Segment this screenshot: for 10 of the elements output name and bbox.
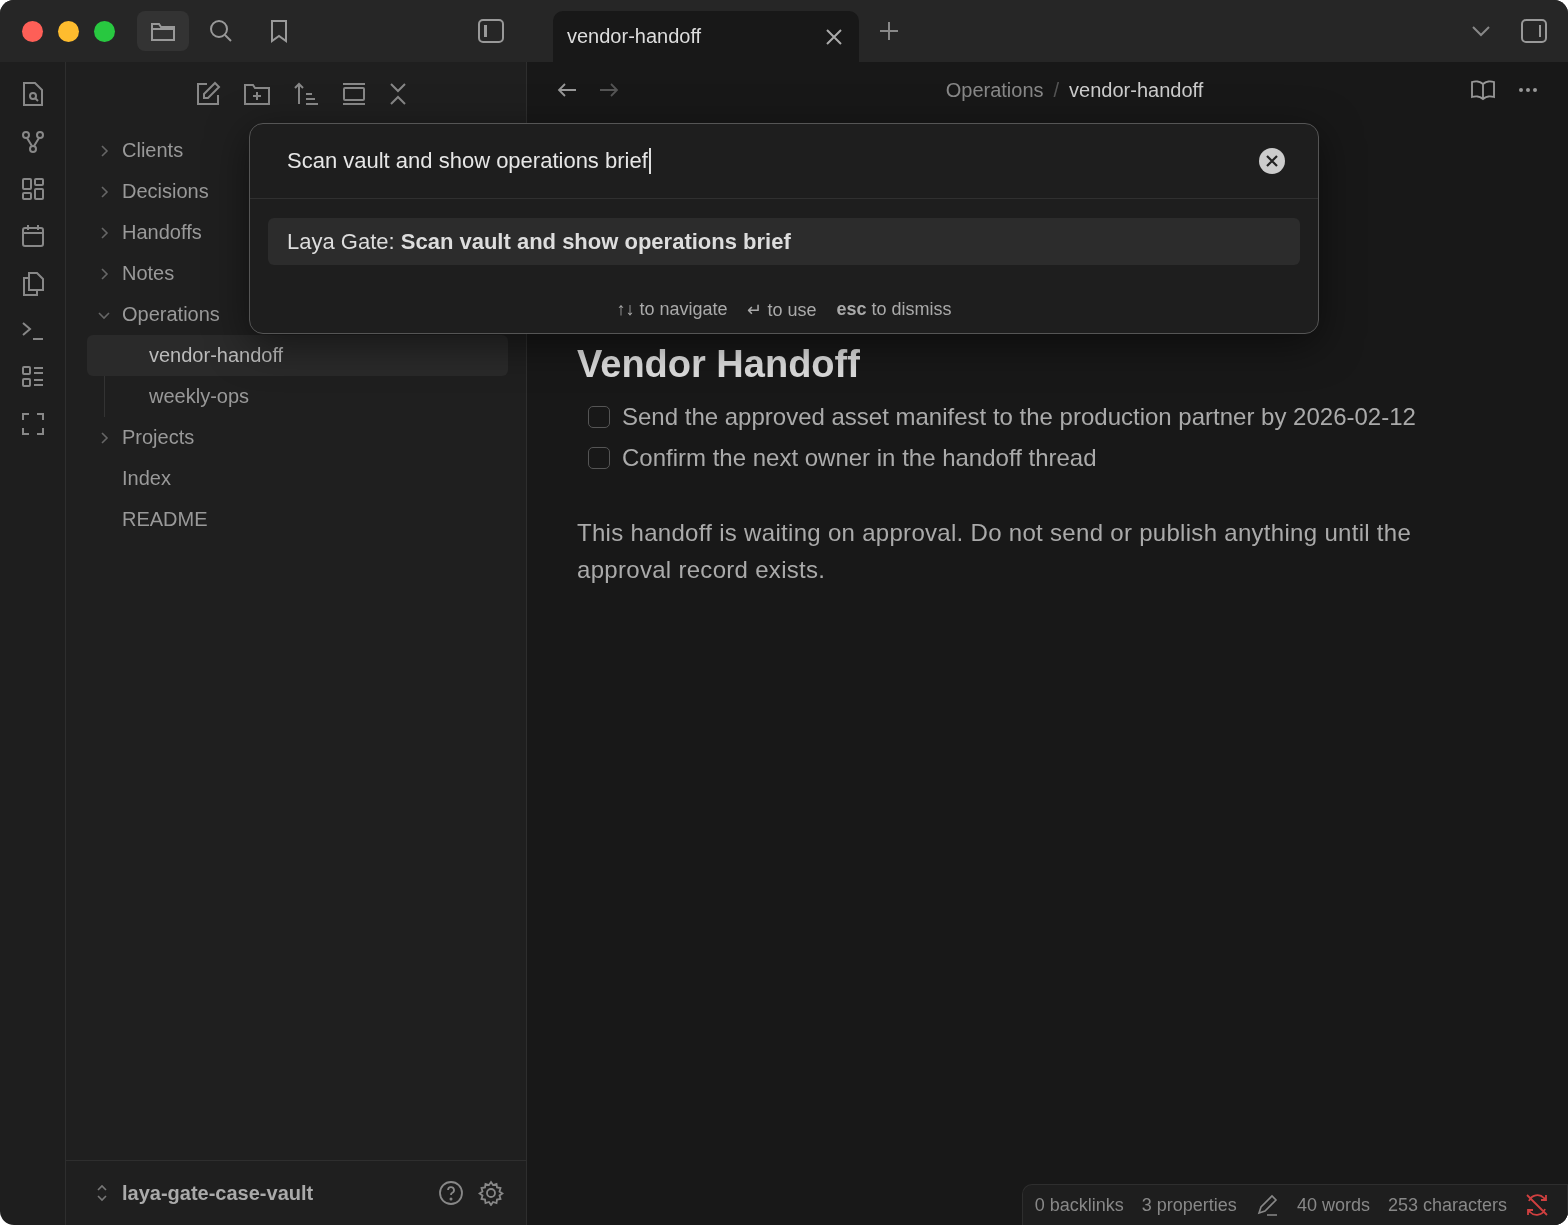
breadcrumb-separator: / — [1053, 78, 1060, 102]
word-count: 40 words — [1296, 1194, 1370, 1216]
note-title: Vendor Handoff — [577, 342, 861, 387]
task-text: Send the approved asset manifest to the production partner by 2026-02-12 — [622, 402, 1416, 431]
keyboard-hint: ↑↓ to navigate — [616, 299, 728, 321]
character-count: 253 characters — [1387, 1194, 1507, 1216]
note-paragraph: This handoff is waiting on approval. Do not send or publish anything until the approval record exists. — [577, 518, 1413, 585]
task-text: Confirm the next owner in the handoff thread — [622, 443, 1097, 472]
keyboard-hint: esc to dismiss — [836, 299, 952, 321]
keyboard-hint: ↵ to use — [747, 299, 817, 321]
